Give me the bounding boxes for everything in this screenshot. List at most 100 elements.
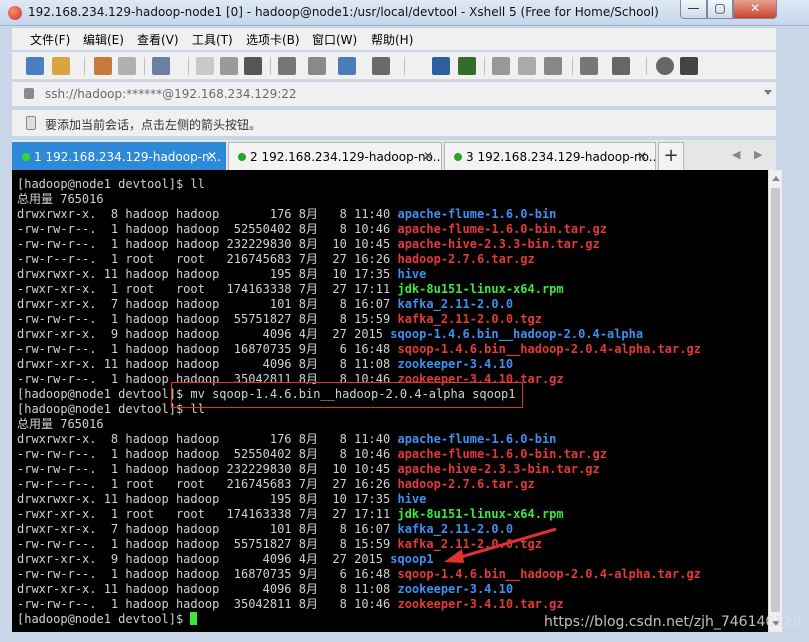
layout-icon[interactable] <box>612 57 630 75</box>
find-icon[interactable] <box>244 57 262 75</box>
close-icon[interactable]: ✕ <box>207 149 217 163</box>
terminal-line: drwxr-xr-x. 7 hadoop hadoop 101 8月 8 16:… <box>17 297 513 312</box>
file-name: sqoop1 <box>390 552 434 566</box>
line-text: drwxr-xr-x. 11 hadoop hadoop 4096 8月 8 1… <box>17 582 398 596</box>
menu-file[interactable]: 文件(F) <box>30 31 70 48</box>
menu-edit[interactable]: 编辑(E) <box>83 31 124 48</box>
font-icon[interactable] <box>372 57 390 75</box>
toolbar-separator <box>484 57 485 75</box>
new-session-icon[interactable] <box>26 57 44 75</box>
session-address[interactable]: ssh://hadoop:******@192.168.234.129:22 <box>45 87 297 101</box>
line-text: -rw-rw-r--. 1 hadoop hadoop 52550402 8月 … <box>17 447 398 461</box>
file-name: jdk-8u151-linux-x64.rpm <box>397 507 564 521</box>
terminal-line: drwxr-xr-x. 9 hadoop hadoop 4096 4月 27 2… <box>17 552 434 567</box>
line-text: -rw-rw-r--. 1 hadoop hadoop 16870735 9月 … <box>17 342 398 356</box>
line-text: -rwxr-xr-x. 1 root root 174163338 7月 27 … <box>17 507 398 521</box>
tab-scroll-right-icon[interactable]: ▶ <box>754 148 762 161</box>
terminal-line: -rw-rw-r--. 1 hadoop hadoop 16870735 9月 … <box>17 342 701 357</box>
tab-session-3[interactable]: 3 192.168.234.129-hadoop-no... ✕ <box>444 142 656 170</box>
scroll-up-icon[interactable] <box>772 176 780 181</box>
minimize-button[interactable]: — <box>680 0 707 19</box>
file-name: apache-flume-1.6.0-bin.tar.gz <box>397 447 607 461</box>
properties-icon[interactable] <box>152 57 170 75</box>
file-name: sqoop-1.4.6.bin__hadoop-2.0.4-alpha.tar.… <box>397 342 701 356</box>
line-text: drwxrwxr-x. 8 hadoop hadoop 176 8月 8 11:… <box>17 432 398 446</box>
close-button[interactable]: ✕ <box>733 0 777 19</box>
hint-text: 要添加当前会话，点击左侧的箭头按钮。 <box>45 118 262 132</box>
file-name: zookeeper-3.4.10.tar.gz <box>397 597 564 611</box>
connect-icon[interactable] <box>94 57 112 75</box>
tab-session-1[interactable]: 1 192.168.234.129-hadoop-n... ✕ <box>12 142 226 170</box>
terminal-line: -rw-rw-r--. 1 hadoop hadoop 35042811 8月 … <box>17 597 564 612</box>
menu-help[interactable]: 帮助(H) <box>371 31 413 48</box>
globe-icon[interactable] <box>338 57 356 75</box>
line-text: -rw-r--r--. 1 root root 216745683 7月 27 … <box>17 252 398 266</box>
terminal-line: [hadoop@node1 devtool]$ ll <box>17 177 205 192</box>
terminal-line: 总用量 765016 <box>17 417 104 432</box>
copy-icon[interactable] <box>196 57 214 75</box>
tab-scroll-left-icon[interactable]: ◀ <box>732 148 740 161</box>
print-icon[interactable] <box>278 57 296 75</box>
fullscreen-icon[interactable] <box>492 57 510 75</box>
maximize-button[interactable]: ▢ <box>707 0 733 19</box>
file-name: zookeeper-3.4.10 <box>397 357 514 371</box>
file-name: apache-flume-1.6.0-bin <box>397 432 557 446</box>
line-text: [hadoop@node1 devtool]$ <box>17 612 191 626</box>
status-dot-icon <box>238 153 246 161</box>
terminal-line: drwxr-xr-x. 11 hadoop hadoop 4096 8月 8 1… <box>17 582 513 597</box>
terminal-line: -rw-rw-r--. 1 hadoop hadoop 55751827 8月 … <box>17 312 542 327</box>
terminal-line: -rw-rw-r--. 1 hadoop hadoop 16870735 9月 … <box>17 567 701 582</box>
tab-label: 3 192.168.234.129-hadoop-no... <box>466 150 656 164</box>
scroll-thumb[interactable] <box>771 188 780 612</box>
menu-tabs[interactable]: 选项卡(B) <box>246 31 300 48</box>
terminal-line: drwxr-xr-x. 11 hadoop hadoop 4096 8月 8 1… <box>17 357 513 372</box>
toolbar <box>12 52 776 80</box>
toolbar-separator <box>646 57 647 75</box>
chevron-down-icon[interactable] <box>764 90 772 95</box>
session-tab-bar: 1 192.168.234.129-hadoop-n... ✕ 2 192.16… <box>12 140 776 170</box>
terminal-line: -rw-rw-r--. 1 hadoop hadoop 52550402 8月 … <box>17 222 607 237</box>
line-text: -rwxr-xr-x. 1 root root 174163338 7月 27 … <box>17 282 398 296</box>
add-layout-icon[interactable] <box>580 57 598 75</box>
address-bar[interactable]: ssh://hadoop:******@192.168.234.129:22 <box>12 82 776 106</box>
add-tab-button[interactable]: + <box>658 142 684 170</box>
terminal-line: 总用量 765016 <box>17 192 104 207</box>
file-name: sqoop-1.4.6.bin__hadoop-2.0.4-alpha.tar.… <box>397 567 701 581</box>
annotation-arrow-icon <box>444 527 557 563</box>
keyboard-icon[interactable] <box>544 57 562 75</box>
lock-icon[interactable] <box>518 57 536 75</box>
menu-window[interactable]: 窗口(W) <box>312 31 357 48</box>
menu-tools[interactable]: 工具(T) <box>192 31 233 48</box>
bookmark-icon[interactable] <box>26 116 36 130</box>
disconnect-icon[interactable] <box>118 57 136 75</box>
terminal-line: [hadoop@node1 devtool]$ <box>17 612 198 627</box>
close-icon[interactable]: ✕ <box>637 149 647 163</box>
toolbar-separator <box>404 57 405 75</box>
terminal-line: drwxr-xr-x. 9 hadoop hadoop 4096 4月 27 2… <box>17 327 643 342</box>
file-name: zookeeper-3.4.10 <box>397 582 514 596</box>
line-text: -rw-rw-r--. 1 hadoop hadoop 55751827 8月 … <box>17 537 398 551</box>
title-bar: 192.168.234.129-hadoop-node1 [0] - hadoo… <box>0 0 809 26</box>
line-text: [hadoop@node1 devtool]$ ll <box>17 177 205 191</box>
tab-label: 2 192.168.234.129-hadoop-no... <box>250 150 442 164</box>
help-icon[interactable] <box>656 57 674 75</box>
chat-icon[interactable] <box>680 57 698 75</box>
script-icon[interactable] <box>458 57 476 75</box>
terminal-line: drwxrwxr-x. 11 hadoop hadoop 195 8月 10 1… <box>17 267 426 282</box>
menu-view[interactable]: 查看(V) <box>137 31 179 48</box>
xftp-icon[interactable] <box>432 57 450 75</box>
line-text: -rw-rw-r--. 1 hadoop hadoop 35042811 8月 … <box>17 597 398 611</box>
line-text: -rw-rw-r--. 1 hadoop hadoop 232229830 8月… <box>17 462 398 476</box>
line-text: drwxr-xr-x. 9 hadoop hadoop 4096 4月 27 2… <box>17 327 391 341</box>
open-folder-icon[interactable] <box>52 57 70 75</box>
paste-icon[interactable] <box>220 57 238 75</box>
tab-session-2[interactable]: 2 192.168.234.129-hadoop-no... ✕ <box>228 142 442 170</box>
transfer-icon[interactable] <box>308 57 326 75</box>
status-dot-icon <box>454 153 462 161</box>
tab-label: 1 192.168.234.129-hadoop-n... <box>34 150 222 164</box>
close-icon[interactable]: ✕ <box>423 149 433 163</box>
line-text: drwxr-xr-x. 9 hadoop hadoop 4096 4月 27 2… <box>17 552 391 566</box>
line-text: -rw-rw-r--. 1 hadoop hadoop 16870735 9月 … <box>17 567 398 581</box>
file-name: apache-flume-1.6.0-bin.tar.gz <box>397 222 607 236</box>
terminal-scrollbar[interactable] <box>768 170 782 632</box>
